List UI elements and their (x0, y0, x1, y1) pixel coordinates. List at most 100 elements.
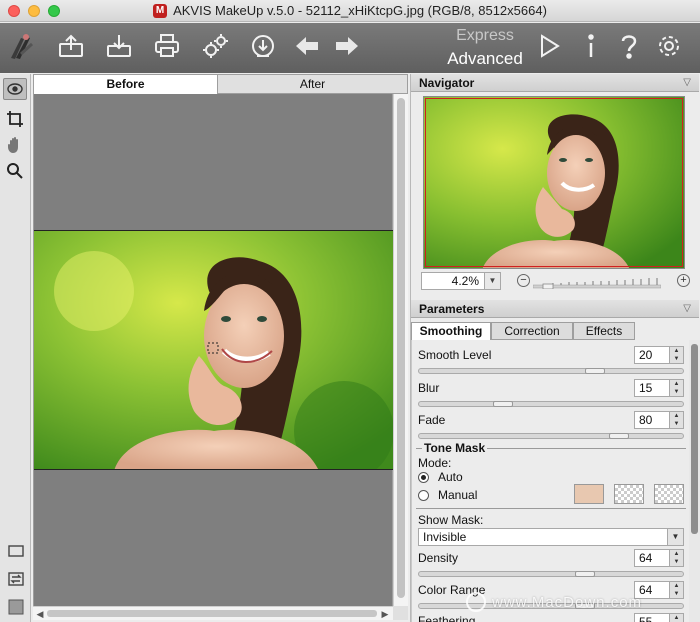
stepper-arrows-icon[interactable]: ▲▼ (670, 613, 684, 622)
undo-button[interactable] (292, 31, 322, 61)
smooth-level-value[interactable]: 20 (634, 346, 670, 364)
help-button[interactable] (614, 31, 644, 61)
stepper-arrows-icon[interactable]: ▲▼ (670, 549, 684, 567)
fade-stepper[interactable]: 80 ▲ ▼ (634, 411, 684, 429)
zoom-dropdown-icon[interactable]: ▼ (485, 272, 501, 290)
fade-value[interactable]: 80 (634, 411, 670, 429)
feathering-label: Feathering (418, 614, 476, 622)
tab-correction[interactable]: Correction (491, 322, 573, 340)
canvas-vertical-scrollbar[interactable] (393, 94, 408, 606)
close-button[interactable] (8, 5, 20, 17)
show-mask-label: Show Mask: (418, 513, 484, 527)
stepper-arrows-icon[interactable]: ▲▼ (670, 346, 684, 364)
portrait-photo[interactable] (34, 230, 393, 470)
scroll-right-arrow-icon[interactable]: ▶ (379, 608, 391, 620)
parameters-scrollbar[interactable] (689, 340, 700, 622)
stepper-arrows-icon[interactable]: ▲▼ (670, 379, 684, 397)
chevron-down-icon: ▼ (667, 529, 683, 545)
tab-before[interactable]: Before (33, 74, 218, 94)
density-stepper[interactable]: 64 ▲ ▼ (634, 549, 684, 567)
mode-label: Mode: (418, 456, 452, 470)
title-bar: M AKVIS MakeUp v.5.0 - 52112_xHiKtcpG.jp… (0, 0, 700, 22)
blur-value[interactable]: 15 (634, 379, 670, 397)
mode-auto-label: Auto (438, 470, 463, 484)
blur-slider[interactable] (418, 401, 684, 407)
transparent-swatch-2[interactable] (654, 484, 684, 504)
show-mask-select[interactable]: Invisible ▼ (418, 528, 684, 546)
feathering-stepper[interactable]: 55 ▲▼ (634, 613, 684, 622)
feathering-value[interactable]: 55 (634, 613, 670, 622)
zoom-in-button[interactable]: + (677, 274, 690, 287)
maximize-button[interactable] (48, 5, 60, 17)
image-view[interactable] (33, 94, 393, 606)
scroll-left-arrow-icon[interactable]: ◀ (34, 608, 46, 620)
canvas-area: Before After ◀ ▶ (33, 74, 408, 622)
app-logo-icon: M (153, 3, 168, 18)
publish-button[interactable] (248, 31, 278, 61)
open-button[interactable] (56, 31, 86, 61)
tone-mask-title: Tone Mask (422, 441, 488, 455)
fade-slider[interactable] (418, 433, 684, 439)
collapse-parameters-icon[interactable]: ▽ (683, 300, 691, 318)
zoom-tool-icon[interactable] (3, 160, 27, 182)
tab-smoothing[interactable]: Smoothing (411, 322, 491, 340)
background-color-icon[interactable] (4, 596, 28, 618)
minimize-button[interactable] (28, 5, 40, 17)
smooth-level-label: Smooth Level (418, 348, 492, 362)
transparent-swatch-1[interactable] (614, 484, 644, 504)
mode-auto-radio[interactable] (418, 472, 429, 483)
zoom-controls: 4.2% ▼ − + (421, 272, 693, 292)
right-panel: Navigator ▽ 4.2% ▼ − + Parameters ▽ Smoo… (410, 74, 700, 622)
mode-manual-radio[interactable] (418, 490, 429, 501)
navigator-header: Navigator ▽ (411, 74, 699, 92)
skin-color-swatch[interactable] (574, 484, 604, 504)
mode-switch: Express Advanced (440, 25, 530, 71)
tab-after[interactable]: After (218, 74, 408, 94)
info-button[interactable] (576, 31, 606, 61)
preferences-button[interactable] (654, 31, 684, 61)
makeup-brush-tool-icon[interactable] (3, 78, 27, 100)
mode-advanced[interactable]: Advanced (440, 47, 530, 71)
parameters-header: Parameters ▽ (411, 300, 699, 318)
swatch-divider (416, 508, 686, 509)
smooth-level-stepper[interactable]: 20 ▲ ▼ (634, 346, 684, 364)
navigator-title: Navigator (419, 76, 475, 90)
batch-settings-button[interactable] (200, 31, 230, 61)
main-toolbar: Express Advanced (0, 23, 700, 73)
canvas-horizontal-scrollbar[interactable]: ◀ ▶ (33, 606, 393, 620)
tab-effects[interactable]: Effects (573, 322, 635, 340)
crop-tool-icon[interactable] (3, 108, 27, 130)
zoom-field[interactable]: 4.2% (421, 272, 485, 290)
print-button[interactable] (152, 31, 182, 61)
density-slider[interactable] (418, 571, 684, 577)
density-value[interactable]: 64 (634, 549, 670, 567)
window-controls (8, 5, 60, 17)
save-button[interactable] (104, 31, 134, 61)
mode-express[interactable]: Express (440, 25, 530, 47)
zoom-out-button[interactable]: − (517, 274, 530, 287)
hand-tool-icon[interactable] (3, 134, 27, 156)
resize-corner[interactable] (393, 606, 408, 620)
stepper-arrows-icon[interactable]: ▲▼ (670, 411, 684, 429)
redo-button[interactable] (332, 31, 362, 61)
blur-stepper[interactable]: 15 ▲ ▼ (634, 379, 684, 397)
navigator-preview[interactable] (423, 96, 685, 269)
blur-label: Blur (418, 381, 440, 395)
view-swap-icon[interactable] (4, 568, 28, 590)
portrait-image (34, 231, 393, 469)
show-mask-value: Invisible (423, 530, 467, 544)
left-toolbar (0, 74, 31, 622)
run-button[interactable] (534, 31, 564, 61)
smoothing-parameters: Smooth Level 20 ▲ ▼ Blur 15 ▲ ▼ Fade 80 ▲ ▼… (411, 340, 687, 622)
window-title-wrap: M AKVIS MakeUp v.5.0 - 52112_xHiKtcpG.jp… (153, 3, 547, 18)
brushes-logo-icon (6, 31, 36, 61)
parameter-tabs: Smoothing Correction Effects (411, 322, 700, 340)
stepper-arrows-icon[interactable]: ▲▼ (670, 581, 684, 599)
collapse-navigator-icon[interactable]: ▽ (683, 74, 691, 92)
zoom-slider[interactable] (532, 278, 662, 290)
watermark: www.MacDown.com (466, 592, 642, 612)
watermark-text: www.MacDown.com (492, 593, 643, 611)
view-single-icon[interactable] (4, 540, 28, 562)
navigator-view-frame[interactable] (425, 98, 683, 267)
smooth-level-slider[interactable] (418, 368, 684, 374)
